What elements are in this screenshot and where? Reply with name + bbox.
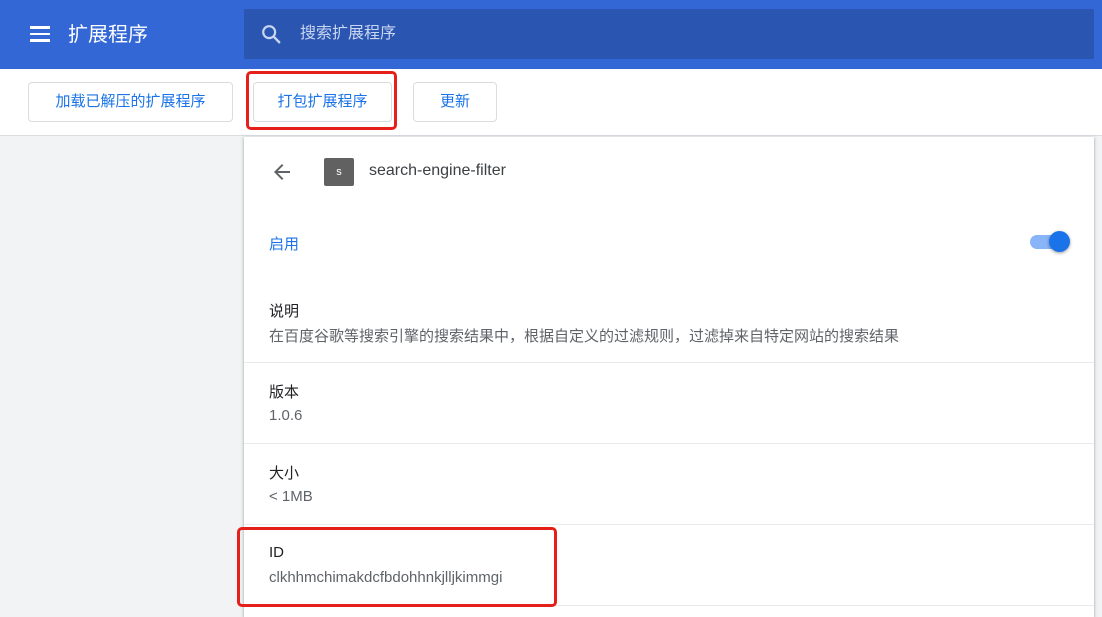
id-value: clkhhmchimakdcfbdohhnkjlljkimmgi: [269, 569, 503, 586]
size-value: < 1MB: [269, 488, 313, 505]
load-unpacked-button[interactable]: 加载已解压的扩展程序: [28, 82, 233, 122]
divider: [244, 362, 1094, 363]
update-button[interactable]: 更新: [413, 82, 497, 122]
app-header: 扩展程序: [0, 0, 1102, 69]
version-value: 1.0.6: [269, 407, 303, 424]
version-label: 版本: [269, 384, 300, 401]
extension-detail-card: s search-engine-filter 启用 说明 在百度谷歌等搜索引擎的…: [244, 137, 1094, 617]
extension-name: search-engine-filter: [369, 162, 506, 179]
id-label: ID: [269, 544, 284, 561]
size-label: 大小: [269, 465, 300, 482]
description-label: 说明: [269, 303, 300, 320]
back-arrow-icon[interactable]: [270, 160, 294, 184]
description-value: 在百度谷歌等搜索引擎的搜索结果中，根据自定义的过滤规则，过滤掉来自特定网站的搜索…: [269, 328, 900, 345]
divider: [244, 524, 1094, 525]
search-bar[interactable]: [244, 9, 1094, 59]
divider: [244, 443, 1094, 444]
search-icon: [262, 25, 281, 44]
search-input[interactable]: [300, 9, 1080, 59]
menu-icon[interactable]: [30, 26, 50, 42]
extension-icon: s: [324, 158, 354, 186]
enable-label: 启用: [269, 236, 300, 253]
toolbar: 加载已解压的扩展程序 打包扩展程序 更新: [0, 69, 1102, 136]
divider: [244, 605, 1094, 606]
page-title: 扩展程序: [68, 24, 148, 46]
pack-extension-button[interactable]: 打包扩展程序: [253, 82, 392, 122]
enable-toggle[interactable]: [1030, 231, 1070, 253]
